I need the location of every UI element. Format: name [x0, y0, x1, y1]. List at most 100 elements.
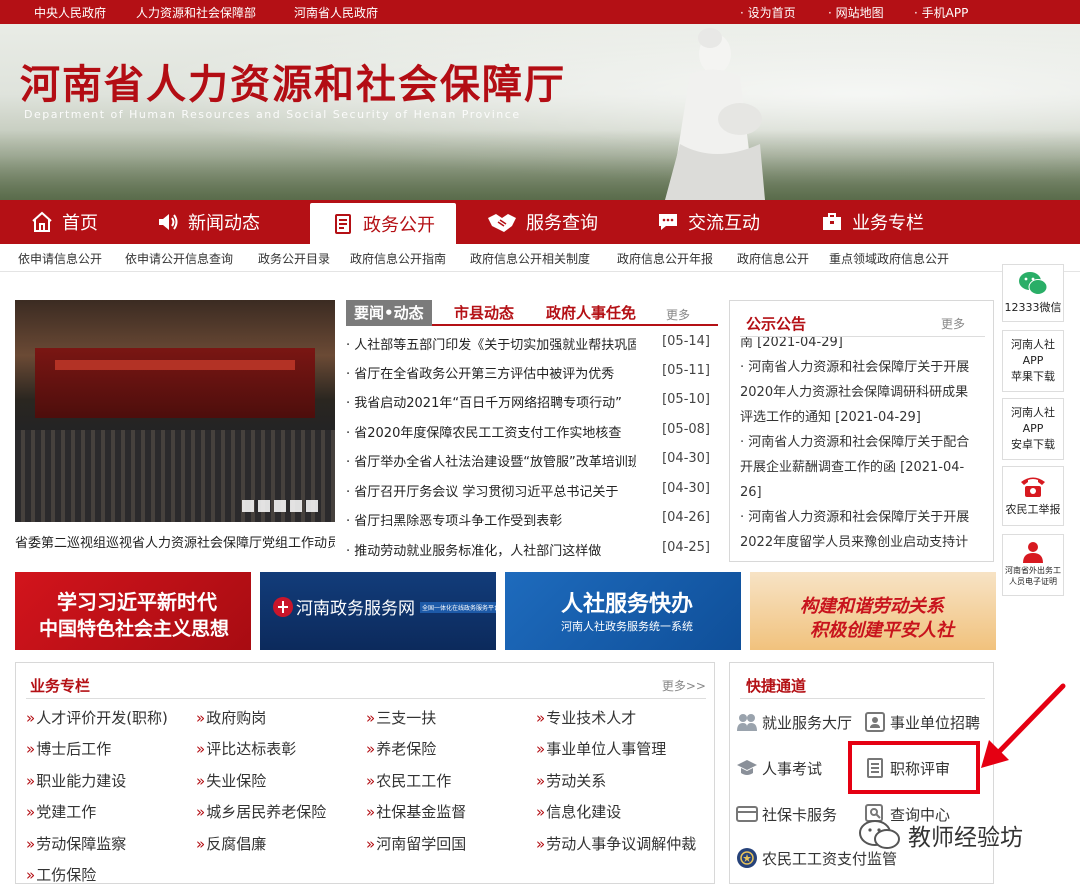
notice-line[interactable]: 26] [740, 480, 985, 505]
business-item[interactable]: »政府购岗 [196, 707, 266, 728]
photo-caption[interactable]: 省委第二巡视组巡视省人力资源社会保障厅党组工作动员会召开 [15, 532, 335, 556]
subnav-item[interactable]: 政务公开目录 [258, 250, 330, 267]
notice-box: 公示公告 更多 南 [2021-04-29] · 河南省人力资源和社会保障厅关于… [729, 300, 994, 562]
subnav-item[interactable]: 政府信息公开指南 [350, 250, 446, 267]
notice-title: 公示公告 [746, 315, 807, 333]
link-mohrss[interactable]: 人力资源和社会保障部 [136, 4, 256, 21]
briefcase-icon [820, 210, 844, 234]
quick-item-personnel-exam[interactable]: 人事考试 [736, 757, 822, 779]
tab-appointments[interactable]: 政府人事任免 [546, 300, 636, 326]
news-more-link[interactable]: 更多 [666, 306, 690, 323]
news-item[interactable]: · 人社部等五部门印发《关于切实加强就业帮扶巩固脱贫攻坚成果》[05-14] [346, 334, 714, 356]
nav-home[interactable]: 首页 [30, 200, 98, 244]
news-item[interactable]: · 省厅召开厅务会议 学习贯彻习近平总书记关于 [04-30] [346, 481, 714, 503]
sidebar-wechat[interactable]: 12333微信 [1002, 264, 1064, 322]
link-set-homepage[interactable]: · 设为首页 [740, 4, 796, 21]
link-henan-gov[interactable]: 河南省人民政府 [294, 4, 378, 21]
news-item[interactable]: · 我省启动2021年“百日千万网络招聘专项行动” [05-10] [346, 392, 714, 414]
notice-line[interactable]: · 河南省人力资源和社会保障厅关于配合 [740, 430, 985, 455]
subnav-item[interactable]: 政府信息公开相关制度 [470, 250, 590, 267]
nav-business[interactable]: 业务专栏 [820, 200, 924, 244]
business-item[interactable]: »劳动关系 [536, 770, 606, 791]
news-item[interactable]: · 省厅在全省政务公开第三方评估中被评为优秀 [05-11] [346, 363, 714, 385]
id-card-icon [864, 711, 886, 733]
notice-line[interactable]: 2020年人力资源社会保障调研科研成果 [740, 380, 985, 405]
business-item[interactable]: »人才评价开发(职称) [26, 707, 168, 728]
business-item[interactable]: »失业保险 [196, 770, 266, 791]
watermark: 教师经验坊 [858, 818, 1023, 852]
quick-header: 快捷通道 [740, 673, 985, 699]
business-item[interactable]: »专业技术人才 [536, 707, 636, 728]
wechat-icon [1019, 272, 1048, 295]
business-item[interactable]: »农民工工作 [366, 770, 451, 791]
quick-item-employment-hall[interactable]: 就业服务大厅 [736, 711, 852, 733]
promo-labor-relations[interactable]: 构建和谐劳动关系 积极创建平安人社 [750, 572, 996, 650]
business-item[interactable]: »事业单位人事管理 [536, 738, 666, 759]
business-more-link[interactable]: 更多>> [662, 677, 706, 694]
quick-item-social-card[interactable]: 社保卡服务 [736, 803, 837, 825]
home-icon [30, 210, 54, 234]
business-item[interactable]: »社保基金监督 [366, 801, 466, 822]
handshake-icon [486, 210, 518, 234]
notice-line[interactable]: 2022年度留学人员来豫创业启动支持计 [740, 530, 985, 555]
sidebar-report[interactable]: 农民工举报 [1002, 466, 1064, 526]
business-item[interactable]: »党建工作 [26, 801, 96, 822]
news-item[interactable]: · 省厅扫黑除恶专项斗争工作受到表彰 [04-26] [346, 510, 714, 532]
nav-service-query[interactable]: 服务查询 [486, 200, 598, 244]
link-sitemap[interactable]: · 网站地图 [828, 4, 884, 21]
business-item[interactable]: »劳动保障监察 [26, 833, 126, 854]
business-title: 业务专栏 [30, 677, 91, 695]
news-item[interactable]: · 省厅举办全省人社法治建设暨“放管服”改革培训班 [04-30] [346, 451, 714, 473]
business-item[interactable]: »劳动人事争议调解仲裁 [536, 833, 696, 854]
notice-line[interactable]: 开展企业薪酬调查工作的函 [2021-04- [740, 455, 985, 480]
business-item[interactable]: »城乡居民养老保险 [196, 801, 326, 822]
notice-line[interactable]: 南 [2021-04-29] [740, 337, 985, 355]
link-mobile-app[interactable]: · 手机APP [914, 4, 968, 21]
notice-line[interactable]: · 河南省人力资源和社会保障厅关于开展 [740, 505, 985, 530]
business-item[interactable]: »三支一扶 [366, 707, 436, 728]
business-item[interactable]: »河南留学回国 [366, 833, 466, 854]
news-tabs: 要闻•动态 市县动态 政府人事任免 更多 [346, 300, 718, 326]
slider-dots[interactable] [242, 500, 322, 512]
subnav-item[interactable]: 政府信息公开年报 [617, 250, 713, 267]
sidebar-ios-app[interactable]: 河南人社 APP 苹果下载 [1002, 330, 1064, 392]
business-item[interactable]: »工伤保险 [26, 864, 96, 884]
top-bar: 中央人民政府 人力资源和社会保障部 河南省人民政府 · 设为首页 · 网站地图 … [0, 0, 1080, 24]
quick-item-recruitment[interactable]: 事业单位招聘 [864, 711, 980, 733]
notice-line[interactable]: 评选工作的通知 [2021-04-29] [740, 405, 985, 430]
subnav-item[interactable]: 依申请信息公开 [18, 250, 102, 267]
chat-icon [656, 210, 680, 234]
business-item[interactable]: »反腐倡廉 [196, 833, 266, 854]
nav-interaction[interactable]: 交流互动 [656, 200, 760, 244]
highlight-box [848, 741, 980, 794]
business-column: 业务专栏 更多>> »人才评价开发(职称) »博士后工作 »职业能力建设 »党建… [15, 662, 715, 884]
link-central-gov[interactable]: 中央人民政府 [34, 4, 106, 21]
subnav-item[interactable]: 重点领域政府信息公开 [829, 250, 949, 267]
tab-city-news[interactable]: 市县动态 [454, 300, 514, 326]
sidebar-certificate[interactable]: 河南省外出务工人员电子证明 [1002, 534, 1064, 596]
news-photo[interactable] [15, 300, 335, 522]
news-item[interactable]: · 省2020年度保障农民工工资支付工作实地核查 [05-08] [346, 422, 714, 444]
business-item[interactable]: »评比达标表彰 [196, 738, 296, 759]
notice-more-link[interactable]: 更多 [941, 315, 965, 332]
nav-news[interactable]: 新闻动态 [156, 200, 260, 244]
business-header: 业务专栏 更多>> [26, 673, 706, 699]
person-icon [1023, 542, 1043, 563]
nav-gov-affairs[interactable]: 政务公开 [310, 203, 456, 245]
quick-title: 快捷通道 [746, 677, 807, 695]
sidebar-android-app[interactable]: 河南人社 APP 安卓下载 [1002, 398, 1064, 460]
promo-gov-service[interactable]: 河南政务服务网 全国一体化在线政务服务平台 [260, 572, 496, 650]
promo-xi-thought[interactable]: 学习习近平新时代 中国特色社会主义思想 [15, 572, 251, 650]
business-item[interactable]: »博士后工作 [26, 738, 111, 759]
news-item[interactable]: · 推动劳动就业服务标准化，人社部门这样做 [04-25] [346, 540, 714, 562]
speaker-icon [156, 210, 180, 234]
subnav-item[interactable]: 政府信息公开 [737, 250, 809, 267]
business-item[interactable]: »信息化建设 [536, 801, 621, 822]
subnav-item[interactable]: 依申请公开信息查询 [125, 250, 233, 267]
promo-hrss-quick[interactable]: 人社服务快办 河南人社政务服务统一系统 [505, 572, 741, 650]
notice-line[interactable]: · 河南省人力资源和社会保障厅关于开展 [740, 355, 985, 380]
statue-image [665, 28, 765, 200]
tab-headlines[interactable]: 要闻•动态 [346, 300, 432, 326]
business-item[interactable]: »职业能力建设 [26, 770, 126, 791]
business-item[interactable]: »养老保险 [366, 738, 436, 759]
